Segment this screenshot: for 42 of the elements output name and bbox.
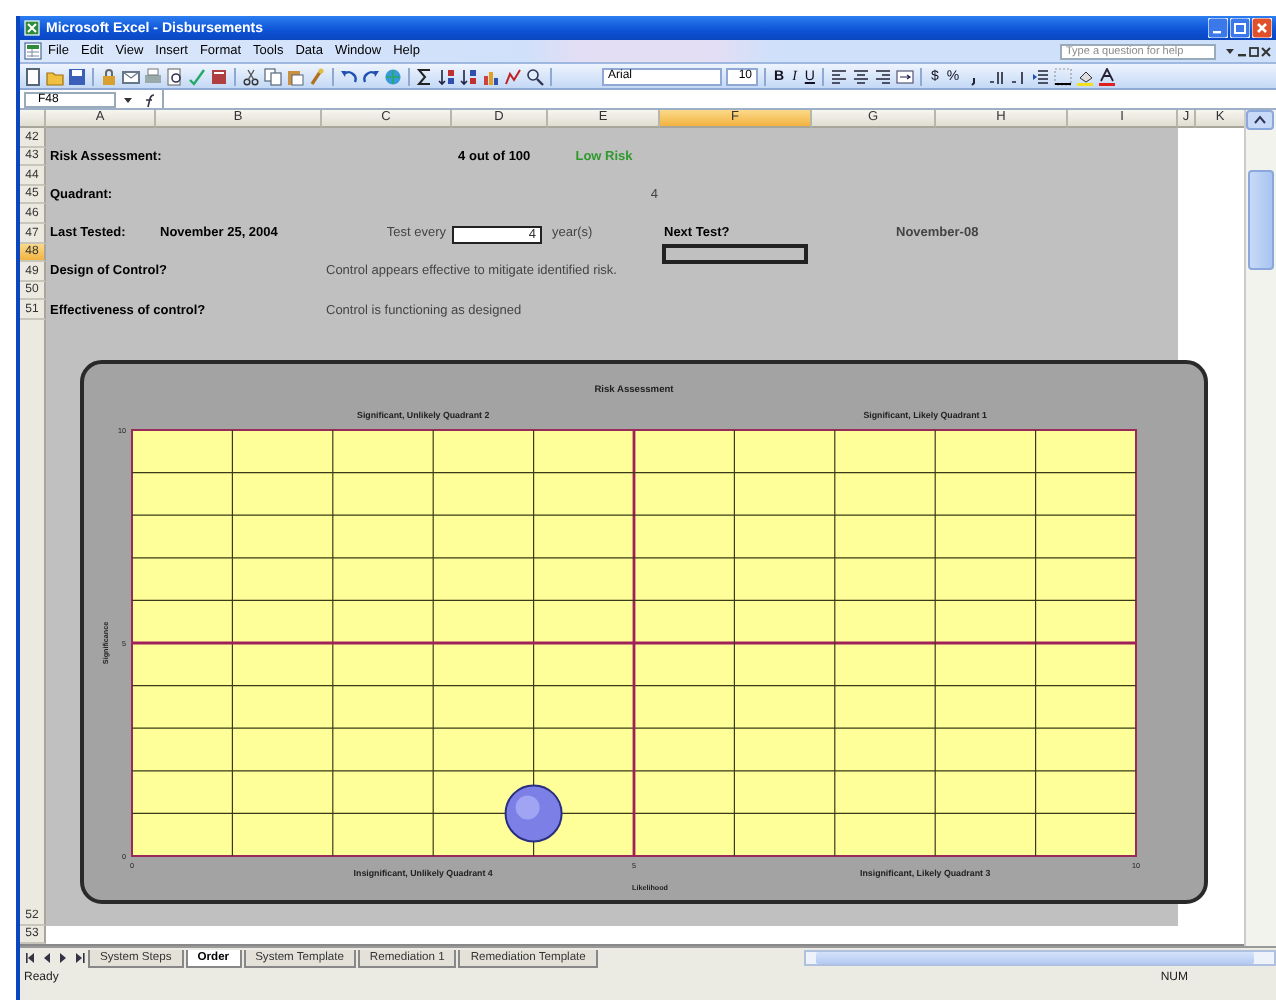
active-cell[interactable] [662,243,808,265]
cut-icon[interactable] [242,67,260,85]
align-left-icon[interactable] [830,67,849,85]
globe-link-icon[interactable] [384,67,402,85]
merge-center-icon[interactable] [896,67,915,85]
copy-icon[interactable] [264,67,282,85]
previous-sheet-icon[interactable] [40,950,54,966]
new-document-icon[interactable] [24,67,42,85]
last-sheet-icon[interactable] [72,950,86,966]
spreadsheet-icon [24,42,42,60]
next-sheet-icon[interactable] [56,950,70,966]
font-color-icon[interactable] [1097,67,1116,85]
minimize-icon[interactable] [1208,18,1228,38]
close-icon[interactable] [1260,43,1272,59]
function-icon[interactable] [140,91,156,107]
align-center-icon[interactable] [852,67,871,85]
save-icon[interactable] [68,67,86,85]
horizontal-scrollbar[interactable] [804,950,1276,966]
dropdown-icon[interactable] [1224,43,1236,59]
scroll-up-icon[interactable] [1246,110,1274,130]
undo-icon[interactable] [340,67,358,85]
fill-color-icon[interactable] [1075,67,1094,85]
restore-icon[interactable] [1248,43,1260,59]
indent-icon[interactable] [1031,67,1050,85]
sort-descending-icon[interactable] [460,67,478,85]
chart-icon[interactable] [482,67,500,85]
increase-decimal-icon[interactable] [987,67,1006,85]
borders-icon[interactable] [1053,67,1072,85]
sum-icon[interactable] [416,67,434,85]
sort-ascending-icon[interactable] [438,67,456,85]
mail-icon[interactable] [122,67,140,85]
paste-icon[interactable] [286,67,304,85]
spreadsheet-icon [24,20,40,36]
first-sheet-icon[interactable] [24,950,38,966]
brush-icon[interactable] [308,67,326,85]
align-right-icon[interactable] [874,67,893,85]
decrease-decimal-icon[interactable] [1009,67,1028,85]
redo-icon[interactable] [362,67,380,85]
print-preview-icon[interactable] [166,67,184,85]
scrollbar-thumb[interactable] [1248,170,1274,270]
lock-icon[interactable] [100,67,118,85]
zoom-icon[interactable] [526,67,544,85]
